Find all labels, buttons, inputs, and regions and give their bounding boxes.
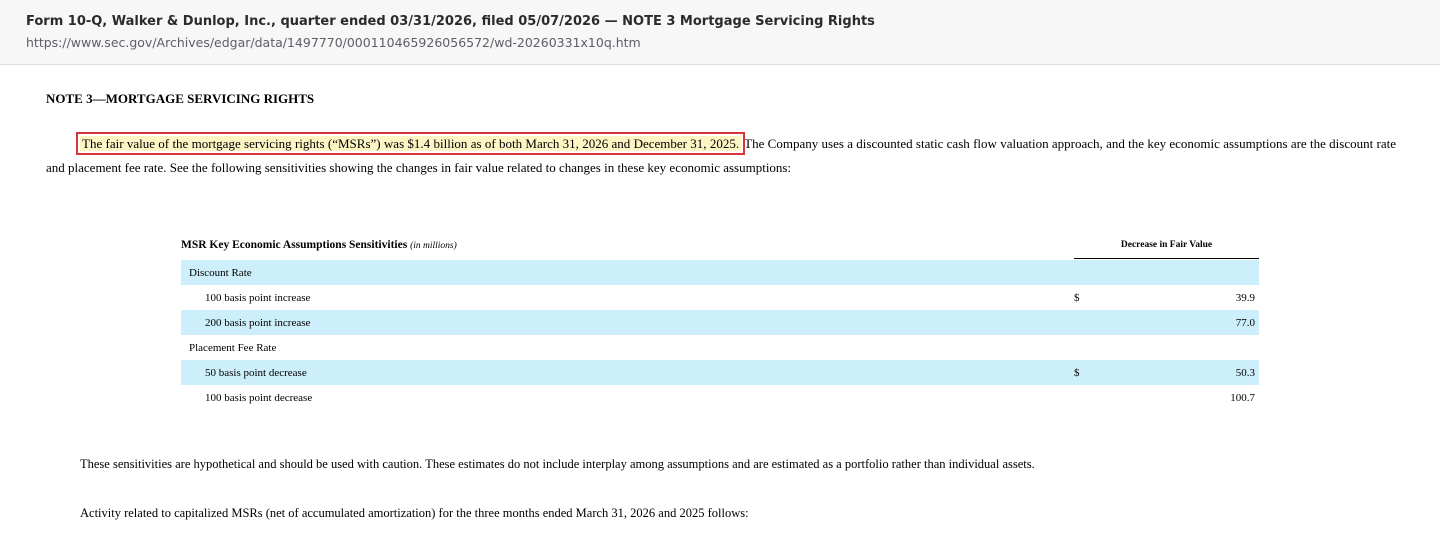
document-title: Form 10-Q, Walker & Dunlop, Inc., quarte… — [26, 14, 875, 29]
caution-paragraph: These sensitivities are hypothetical and… — [80, 457, 1035, 471]
table-unit: (in millions) — [410, 241, 457, 251]
table-title: MSR Key Economic Assumptions Sensitiviti… — [181, 239, 457, 251]
row-label: Discount Rate — [189, 267, 252, 279]
row-value: 100.7 — [1230, 392, 1255, 404]
row-value: 39.9 — [1235, 292, 1255, 304]
table-row: 100 basis point decrease 100.7 — [181, 385, 1259, 410]
column-header-rule — [1074, 258, 1259, 259]
note-heading: NOTE 3—MORTGAGE SERVICING RIGHTS — [46, 91, 315, 106]
row-value: 50.3 — [1235, 367, 1255, 379]
row-label: 50 basis point decrease — [205, 367, 307, 379]
row-label: 100 basis point decrease — [205, 392, 313, 404]
table-row-section: Placement Fee Rate — [181, 335, 1259, 360]
highlighted-sentence: The fair value of the mortgage servicing… — [75, 132, 746, 155]
document-header-bar: Form 10-Q, Walker & Dunlop, Inc., quarte… — [0, 0, 1440, 65]
activity-paragraph: Activity related to capitalized MSRs (ne… — [80, 506, 749, 520]
row-label: 200 basis point increase — [205, 317, 311, 329]
row-label: 100 basis point increase — [205, 292, 311, 304]
table-title-text: MSR Key Economic Assumptions Sensitiviti… — [181, 239, 408, 251]
table-row: 200 basis point increase 77.0 — [181, 310, 1259, 335]
currency-symbol: $ — [1074, 367, 1080, 379]
document-url[interactable]: https://www.sec.gov/Archives/edgar/data/… — [26, 35, 641, 50]
table-row: 50 basis point decrease $ 50.3 — [181, 360, 1259, 385]
intro-paragraph: The fair value of the mortgage servicing… — [46, 132, 1396, 180]
row-label: Placement Fee Rate — [189, 342, 277, 354]
row-value: 77.0 — [1235, 317, 1255, 329]
table-row-section: Discount Rate — [181, 260, 1259, 285]
currency-symbol: $ — [1074, 292, 1080, 304]
table-row: 100 basis point increase $ 39.9 — [181, 285, 1259, 310]
column-header-decrease-fair-value: Decrease in Fair Value — [1120, 240, 1213, 250]
